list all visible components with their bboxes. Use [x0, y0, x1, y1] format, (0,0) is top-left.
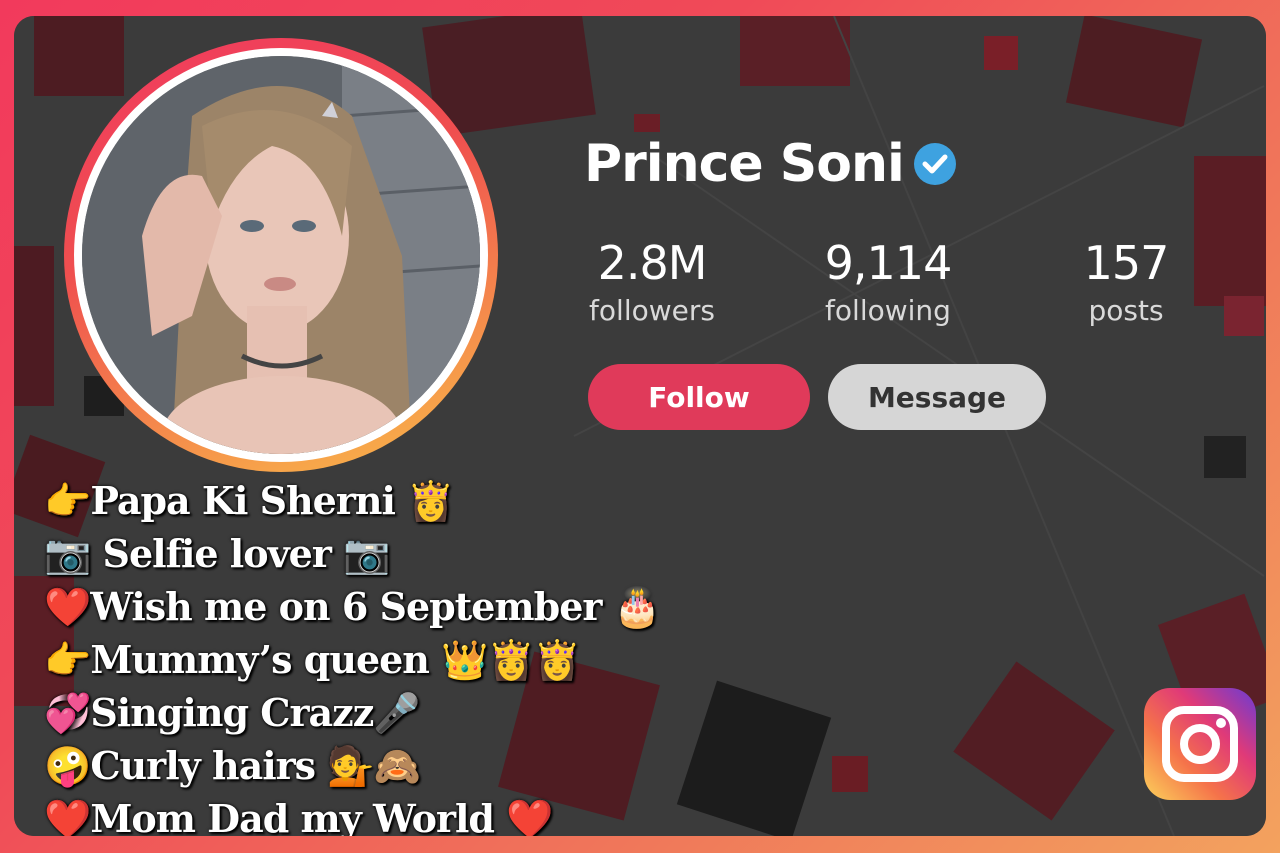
stat-posts[interactable]: 157 posts	[1016, 236, 1236, 327]
profile-name: Prince Soni	[584, 134, 905, 194]
stat-following[interactable]: 9,114 following	[778, 236, 998, 327]
bio: 👉Papa Ki Sherni 👸 📷 Selfie lover 📷 ❤️Wis…	[44, 474, 744, 836]
stat-following-value: 9,114	[824, 236, 953, 290]
stat-followers[interactable]: 2.8M followers	[542, 236, 762, 327]
bio-line: 👉Papa Ki Sherni 👸	[44, 478, 454, 523]
bio-line: ❤️Mom Dad my World ❤️	[44, 796, 554, 836]
message-button[interactable]: Message	[828, 364, 1046, 430]
follow-button[interactable]: Follow	[588, 364, 810, 430]
stat-followers-value: 2.8M	[597, 236, 708, 290]
profile-header: Prince Soni	[584, 124, 958, 204]
bio-line: 👉Mummy’s queen 👑👸👸	[44, 637, 581, 682]
profile-card: Prince Soni 2.8M followers 9,114 followi…	[14, 16, 1266, 836]
bio-line: 🤪Curly hairs 💁🙈	[44, 743, 421, 788]
avatar[interactable]	[64, 38, 498, 472]
instagram-icon	[1144, 688, 1256, 800]
stat-posts-value: 157	[1083, 236, 1170, 290]
stat-posts-label: posts	[1088, 294, 1164, 327]
verified-badge-icon	[913, 143, 956, 185]
profile-photo	[82, 56, 480, 454]
bio-line: 📷 Selfie lover 📷	[44, 531, 390, 576]
bio-line: ❤️Wish me on 6 September 🎂	[44, 584, 661, 629]
stat-followers-label: followers	[589, 294, 715, 327]
stat-following-label: following	[825, 294, 951, 327]
bio-line: 💞Singing Crazz🎤	[44, 690, 421, 735]
